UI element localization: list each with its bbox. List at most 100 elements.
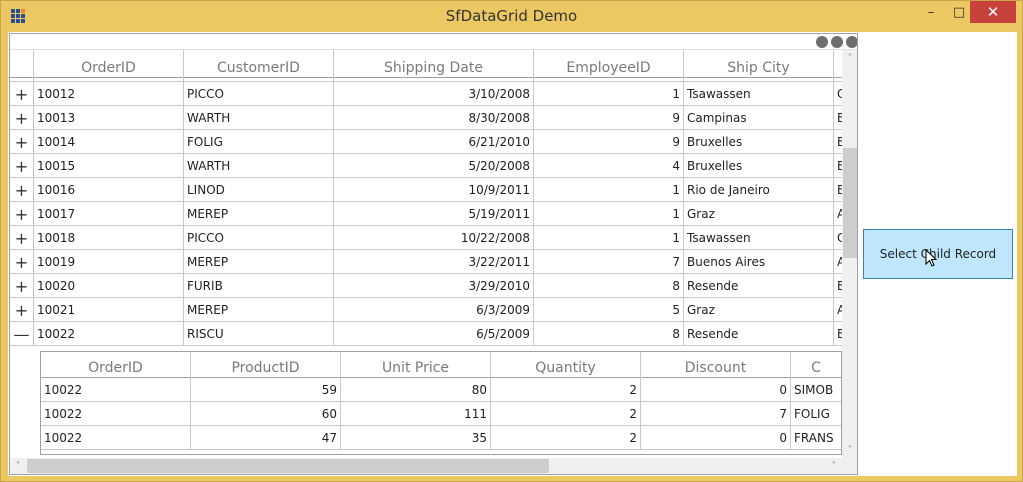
child-data-grid[interactable]: OrderID ProductID Unit Price Quantity Di… (40, 351, 842, 455)
cell-partial[interactable]: A (834, 202, 842, 226)
column-header-employeeid[interactable]: EmployeeID (534, 50, 684, 78)
expand-icon[interactable]: + (10, 250, 34, 274)
cell-employeeid[interactable]: 1 (534, 178, 684, 202)
column-header-customerid[interactable]: CustomerID (184, 50, 334, 78)
cell-orderid[interactable]: 10015 (34, 154, 184, 178)
cell-customerid[interactable]: MEREP (184, 250, 334, 274)
column-header-shipping-date[interactable]: Shipping Date (334, 50, 534, 78)
table-row[interactable]: + 10015 WARTH 5/20/2008 4 Bruxelles B (10, 154, 842, 178)
cell-customerid[interactable]: PICCO (184, 226, 334, 250)
cell-employeeid[interactable]: 8 (534, 322, 684, 346)
cell-employeeid[interactable]: 1 (534, 82, 684, 106)
cell-ship-city[interactable]: Rio de Janeiro (684, 178, 834, 202)
vertical-scroll-thumb[interactable] (843, 148, 857, 258)
cell-shipping-date[interactable]: 6/3/2009 (334, 298, 534, 322)
cell-partial[interactable]: A (834, 250, 842, 274)
cell-shipping-date[interactable]: 3/29/2010 (334, 274, 534, 298)
cell-employeeid[interactable]: 1 (534, 202, 684, 226)
table-row[interactable]: + 10014 FOLIG 6/21/2010 9 Bruxelles B (10, 130, 842, 154)
expand-icon[interactable]: + (10, 82, 34, 106)
cell-partial[interactable]: C (834, 226, 842, 250)
cell-customerid[interactable]: FOLIG (184, 130, 334, 154)
cell-partial[interactable]: B (834, 274, 842, 298)
child-cell-customer[interactable]: FOLIG (791, 402, 841, 426)
expand-icon[interactable]: + (10, 130, 34, 154)
table-row[interactable]: + 10017 MEREP 5/19/2011 1 Graz A (10, 202, 842, 226)
more-options-icon[interactable] (816, 36, 857, 48)
column-header-orderid[interactable]: OrderID (34, 50, 184, 78)
table-row[interactable]: + 10013 WARTH 8/30/2008 9 Campinas B (10, 106, 842, 130)
cell-partial[interactable]: C (834, 82, 842, 106)
expand-icon[interactable]: + (10, 274, 34, 298)
child-cell-productid[interactable]: 59 (191, 378, 341, 402)
child-column-header-discount[interactable]: Discount (641, 352, 791, 378)
cell-customerid[interactable]: RISCU (184, 322, 334, 346)
child-column-header-unit-price[interactable]: Unit Price (341, 352, 491, 378)
child-cell-discount[interactable]: 7 (641, 402, 791, 426)
cell-customerid[interactable]: MEREP (184, 298, 334, 322)
cell-ship-city[interactable]: Bruxelles (684, 130, 834, 154)
child-table-row[interactable]: 10022 59 80 2 0 SIMOB (41, 378, 841, 402)
minimize-button[interactable]: – (918, 1, 944, 23)
table-row[interactable]: + 10021 MEREP 6/3/2009 5 Graz A (10, 298, 842, 322)
table-row[interactable]: + 10016 LINOD 10/9/2011 1 Rio de Janeiro… (10, 178, 842, 202)
expand-icon[interactable]: + (10, 154, 34, 178)
table-row[interactable]: + 10020 FURIB 3/29/2010 8 Resende B (10, 274, 842, 298)
cell-shipping-date[interactable]: 3/10/2008 (334, 82, 534, 106)
child-table-row[interactable]: 10022 60 111 2 7 FOLIG (41, 402, 841, 426)
child-cell-customer[interactable]: FRANS (791, 426, 841, 450)
cell-shipping-date[interactable]: 5/19/2011 (334, 202, 534, 226)
expand-icon[interactable]: + (10, 202, 34, 226)
cell-orderid[interactable]: 10020 (34, 274, 184, 298)
cell-ship-city[interactable]: Resende (684, 322, 834, 346)
cell-shipping-date[interactable]: 3/22/2011 (334, 250, 534, 274)
cell-partial[interactable]: B (834, 130, 842, 154)
cell-orderid[interactable]: 10014 (34, 130, 184, 154)
cell-ship-city[interactable]: Tsawassen (684, 82, 834, 106)
child-cell-quantity[interactable]: 2 (491, 402, 641, 426)
column-header-ship-city[interactable]: Ship City (684, 50, 834, 78)
cell-customerid[interactable]: MEREP (184, 202, 334, 226)
child-column-header-productid[interactable]: ProductID (191, 352, 341, 378)
child-cell-orderid[interactable]: 10022 (41, 426, 191, 450)
child-column-header-quantity[interactable]: Quantity (491, 352, 641, 378)
cell-employeeid[interactable]: 1 (534, 226, 684, 250)
vertical-scrollbar[interactable]: ˄ ˅ (842, 50, 857, 458)
child-cell-unit-price[interactable]: 35 (341, 426, 491, 450)
cell-customerid[interactable]: WARTH (184, 106, 334, 130)
cell-employeeid[interactable]: 9 (534, 106, 684, 130)
child-table-row[interactable]: 10022 47 35 2 0 FRANS (41, 426, 841, 450)
expand-icon[interactable]: + (10, 106, 34, 130)
child-column-header-partial[interactable]: C (791, 352, 841, 378)
table-row[interactable]: + 10012 PICCO 3/10/2008 1 Tsawassen C (10, 82, 842, 106)
scroll-right-icon[interactable]: ˃ (826, 458, 842, 474)
cell-ship-city[interactable]: Resende (684, 274, 834, 298)
cell-orderid[interactable]: 10012 (34, 82, 184, 106)
cell-partial[interactable]: A (834, 298, 842, 322)
scroll-down-icon[interactable]: ˅ (842, 442, 857, 458)
cell-ship-city[interactable]: Bruxelles (684, 154, 834, 178)
child-cell-quantity[interactable]: 2 (491, 378, 641, 402)
child-cell-unit-price[interactable]: 80 (341, 378, 491, 402)
cell-employeeid[interactable]: 9 (534, 130, 684, 154)
cell-customerid[interactable]: FURIB (184, 274, 334, 298)
cell-ship-city[interactable]: Campinas (684, 106, 834, 130)
cell-orderid[interactable]: 10021 (34, 298, 184, 322)
cell-ship-city[interactable]: Graz (684, 298, 834, 322)
cell-orderid[interactable]: 10013 (34, 106, 184, 130)
maximize-button[interactable]: □ (946, 1, 972, 23)
horizontal-scroll-thumb[interactable] (27, 459, 549, 473)
title-bar[interactable]: SfDataGrid Demo – □ ✕ (1, 1, 1022, 32)
collapse-icon[interactable]: — (10, 322, 34, 346)
master-data-grid[interactable]: OrderID CustomerID Shipping Date Employe… (9, 33, 858, 475)
cell-orderid[interactable]: 10018 (34, 226, 184, 250)
cell-customerid[interactable]: PICCO (184, 82, 334, 106)
child-cell-customer[interactable]: SIMOB (791, 378, 841, 402)
cell-shipping-date[interactable]: 8/30/2008 (334, 106, 534, 130)
scroll-left-icon[interactable]: ˂ (10, 458, 26, 474)
cell-orderid[interactable]: 10017 (34, 202, 184, 226)
cell-employeeid[interactable]: 5 (534, 298, 684, 322)
child-cell-orderid[interactable]: 10022 (41, 378, 191, 402)
cell-orderid[interactable]: 10016 (34, 178, 184, 202)
cell-customerid[interactable]: WARTH (184, 154, 334, 178)
